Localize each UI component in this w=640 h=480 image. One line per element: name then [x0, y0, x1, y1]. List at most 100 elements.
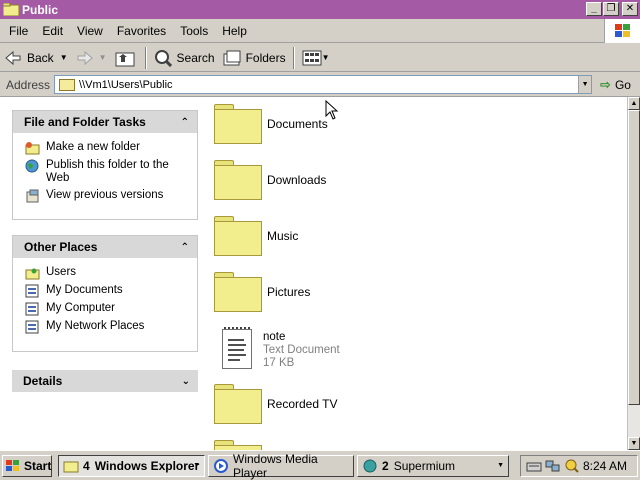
- menu-favorites[interactable]: Favorites: [110, 24, 173, 38]
- menu-bar: File Edit View Favorites Tools Help: [0, 19, 640, 43]
- address-value[interactable]: \\Vm1\Users\Public: [79, 79, 173, 91]
- my-computer-link[interactable]: My Computer: [25, 302, 191, 316]
- expand-icon[interactable]: ⌄: [182, 376, 190, 387]
- minimize-button[interactable]: _: [586, 2, 602, 16]
- toolbar-separator: [144, 46, 147, 69]
- folder-item[interactable]: Recorded TV: [214, 384, 337, 424]
- network-places-icon: [25, 320, 40, 334]
- menu-edit[interactable]: Edit: [35, 24, 70, 38]
- mouse-cursor-icon: [325, 99, 339, 120]
- folders-icon: [223, 49, 241, 67]
- menu-view[interactable]: View: [70, 24, 110, 38]
- vertical-scrollbar[interactable]: ▲ ▼: [627, 97, 640, 450]
- taskbar-group-windows-explorer[interactable]: 4 Windows Explorer ▼: [58, 454, 205, 477]
- forward-button[interactable]: ▼: [72, 46, 111, 70]
- pane-title: File and Folder Tasks: [24, 115, 146, 129]
- my-documents-link[interactable]: My Documents: [25, 284, 191, 298]
- views-button[interactable]: ▼: [298, 46, 334, 70]
- folder-item-partial[interactable]: [214, 440, 262, 450]
- search-icon: [154, 49, 172, 67]
- other-places-pane: Other Places ⌃ Users My Documents My Com…: [12, 235, 198, 352]
- pane-title: Other Places: [24, 240, 98, 254]
- folders-label: Folders: [245, 50, 286, 65]
- folder-item[interactable]: Pictures: [214, 272, 310, 312]
- menu-tools[interactable]: Tools: [173, 24, 215, 38]
- address-input[interactable]: \\Vm1\Users\Public ▼: [54, 75, 593, 94]
- pane-header[interactable]: Details ⌄: [12, 370, 198, 392]
- title-bar: Public _ ❐ ✕: [0, 0, 640, 19]
- back-button[interactable]: Back ▼: [0, 46, 72, 70]
- folder-icon: [214, 216, 262, 256]
- my-computer-icon: [25, 302, 40, 316]
- chevron-down-icon[interactable]: ▼: [99, 53, 107, 62]
- start-button[interactable]: Start: [2, 454, 52, 477]
- close-button[interactable]: ✕: [622, 2, 638, 16]
- toolbar-separator: [292, 46, 295, 69]
- address-dropdown-icon[interactable]: ▼: [578, 76, 592, 93]
- details-pane: Details ⌄: [12, 370, 198, 392]
- folder-item[interactable]: Music: [214, 216, 298, 256]
- my-documents-icon: [25, 284, 40, 298]
- menu-help[interactable]: Help: [215, 24, 254, 38]
- pane-header[interactable]: Other Places ⌃: [13, 236, 197, 258]
- chevron-down-icon[interactable]: ▼: [60, 53, 68, 62]
- my-network-places-link[interactable]: My Network Places: [25, 320, 191, 334]
- back-arrow-icon: [4, 49, 22, 67]
- folders-button[interactable]: Folders: [219, 46, 290, 70]
- forward-arrow-icon: [76, 49, 94, 67]
- collapse-icon[interactable]: ⌃: [181, 242, 189, 253]
- make-new-folder-link[interactable]: Make a new folder: [25, 141, 191, 155]
- chevron-down-icon[interactable]: ▼: [322, 53, 330, 62]
- users-folder-icon: [25, 266, 40, 280]
- file-item[interactable]: note Text Document 17 KB: [214, 327, 340, 371]
- folder-icon: [214, 160, 262, 200]
- folder-icon: [214, 104, 262, 144]
- main-content: File and Folder Tasks ⌃ Make a new folde…: [0, 97, 627, 450]
- file-type: Text Document: [263, 343, 340, 356]
- new-folder-icon: [25, 141, 40, 155]
- restore-button[interactable]: ❐: [603, 2, 619, 16]
- go-label: Go: [614, 77, 631, 92]
- media-player-icon: [213, 458, 229, 473]
- folder-icon: [214, 384, 262, 424]
- pane-header[interactable]: File and Folder Tasks ⌃: [13, 111, 197, 133]
- window-title: Public: [22, 2, 59, 17]
- file-name: note: [263, 330, 286, 343]
- file-folder-tasks-pane: File and Folder Tasks ⌃ Make a new folde…: [12, 110, 198, 220]
- folder-icon: [2, 2, 20, 17]
- search-button[interactable]: Search: [150, 46, 219, 70]
- publish-web-link[interactable]: Publish this folder to the Web: [25, 159, 191, 185]
- search-label: Search: [176, 50, 215, 65]
- collapse-icon[interactable]: ⌃: [181, 117, 189, 128]
- clock: 8:24 AM: [582, 459, 627, 473]
- view-previous-versions-link[interactable]: View previous versions: [25, 189, 191, 203]
- folder-up-icon: [115, 49, 135, 67]
- taskbar: Start 4 Windows Explorer ▼ Windows Media…: [0, 450, 640, 480]
- folder-item[interactable]: Downloads: [214, 160, 326, 200]
- windows-logo-icon: [604, 19, 640, 43]
- search-tray-icon[interactable]: [564, 459, 580, 473]
- text-document-icon: [222, 327, 254, 371]
- scroll-thumb[interactable]: [628, 110, 640, 405]
- toolbar: Back ▼ ▼ Search Folders ▼: [0, 44, 640, 72]
- taskbar-group-supermium[interactable]: 2 Supermium ▼: [357, 454, 509, 477]
- menu-file[interactable]: File: [0, 24, 35, 38]
- system-tray: 8:24 AM: [520, 455, 638, 477]
- up-folder-button[interactable]: [111, 46, 142, 70]
- supermium-icon: [362, 459, 378, 473]
- globe-icon: [25, 159, 40, 173]
- scroll-up-button[interactable]: ▲: [628, 97, 640, 110]
- windows-flag-icon: [5, 459, 21, 473]
- folder-icon: [63, 459, 79, 473]
- folder-icon: [59, 78, 76, 91]
- views-icon: [302, 49, 322, 67]
- file-size: 17 KB: [263, 356, 295, 369]
- network-icon[interactable]: [545, 459, 561, 473]
- scroll-down-button[interactable]: ▼: [628, 437, 640, 450]
- taskbar-button-media-player[interactable]: Windows Media Player: [208, 452, 354, 480]
- users-link[interactable]: Users: [25, 266, 191, 280]
- go-button[interactable]: ⇨ Go: [600, 77, 631, 93]
- address-bar: Address \\Vm1\Users\Public ▼ ⇨ Go: [0, 73, 640, 97]
- folder-item[interactable]: Documents: [214, 104, 328, 144]
- keyboard-icon[interactable]: [526, 459, 542, 473]
